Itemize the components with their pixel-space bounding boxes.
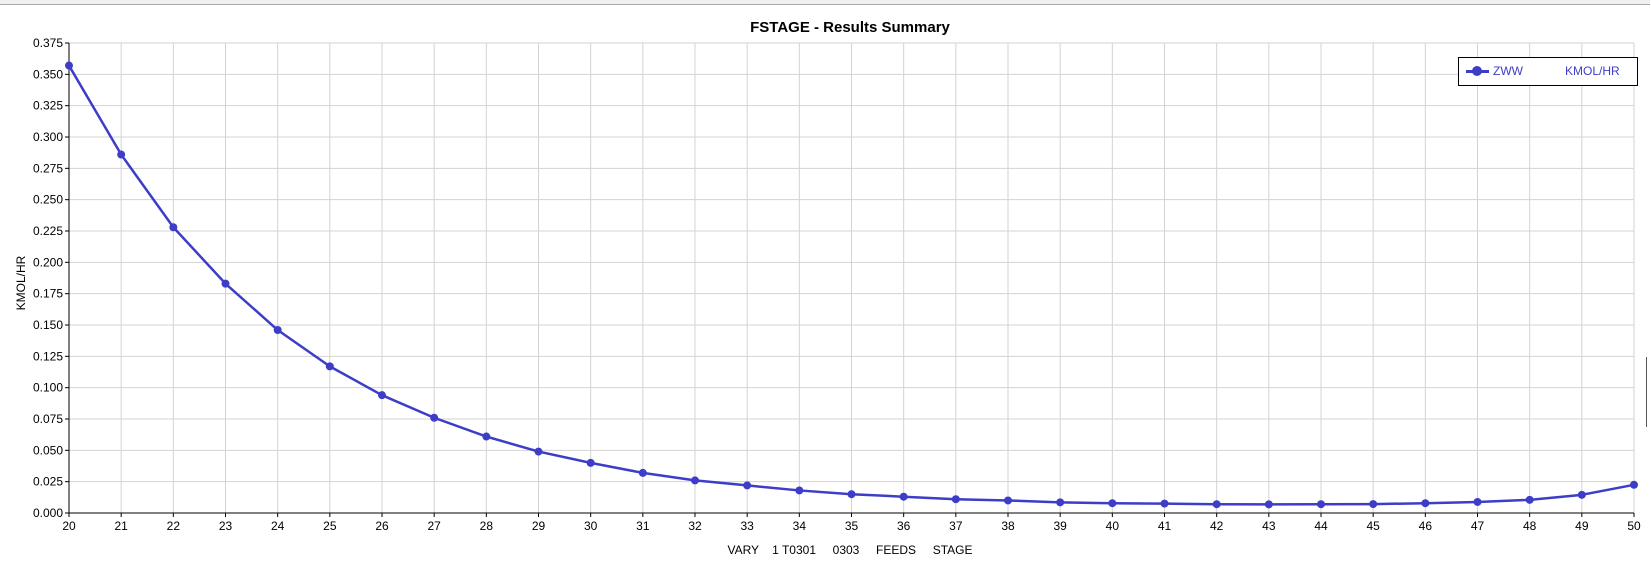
x-tick-label: 26 bbox=[375, 519, 389, 533]
data-point[interactable] bbox=[1630, 480, 1638, 489]
x-tick-label: 21 bbox=[114, 519, 128, 533]
x-tick-label: 41 bbox=[1158, 519, 1172, 533]
y-tick-label: 0.250 bbox=[33, 193, 63, 207]
x-tick-label: 29 bbox=[532, 519, 546, 533]
x-tick-label: 28 bbox=[480, 519, 494, 533]
legend-series-unit: KMOL/HR bbox=[1565, 64, 1620, 78]
x-tick-label: 46 bbox=[1419, 519, 1433, 533]
x-tick-label: 44 bbox=[1314, 519, 1328, 533]
x-tick-label: 27 bbox=[427, 519, 441, 533]
data-point[interactable] bbox=[221, 279, 230, 288]
data-point[interactable] bbox=[1056, 498, 1065, 507]
data-point[interactable] bbox=[273, 326, 282, 335]
data-point[interactable] bbox=[1264, 500, 1273, 509]
x-tick-label: 40 bbox=[1106, 519, 1120, 533]
x-tick-label: 37 bbox=[949, 519, 963, 533]
data-point[interactable] bbox=[65, 61, 73, 70]
y-tick-label: 0.050 bbox=[33, 443, 63, 457]
x-tick-label: 35 bbox=[845, 519, 859, 533]
x-axis-label: VARY 1 T0301 0303 FEEDS STAGE bbox=[727, 543, 973, 557]
y-tick-label: 0.375 bbox=[33, 36, 63, 50]
data-point[interactable] bbox=[951, 495, 960, 504]
data-point[interactable] bbox=[638, 468, 647, 477]
x-tick-label: 20 bbox=[62, 519, 76, 533]
x-tick-label: 47 bbox=[1471, 519, 1485, 533]
x-tick-label: 48 bbox=[1523, 519, 1537, 533]
x-tick-label: 36 bbox=[897, 519, 911, 533]
data-point[interactable] bbox=[378, 391, 386, 400]
x-tick-label: 38 bbox=[1001, 519, 1015, 533]
data-point[interactable] bbox=[899, 492, 908, 501]
data-point[interactable] bbox=[117, 150, 126, 159]
y-tick-label: 0.225 bbox=[33, 224, 63, 238]
x-tick-labels: 20 21 22 23 24 25 26 27 28 29 30 31 32 33 34 35 36 37 38 39… bbox=[62, 519, 1641, 533]
data-point[interactable] bbox=[325, 362, 334, 371]
x-tick-label: 49 bbox=[1575, 519, 1589, 533]
x-tick-label: 31 bbox=[636, 519, 650, 533]
data-point[interactable] bbox=[1369, 500, 1378, 509]
y-tick-label: 0.175 bbox=[33, 287, 63, 301]
axes bbox=[65, 42, 1635, 517]
legend-series-name: ZWW bbox=[1493, 64, 1523, 78]
x-tick-label: 39 bbox=[1053, 519, 1067, 533]
data-point[interactable] bbox=[1212, 500, 1221, 509]
data-point[interactable] bbox=[169, 223, 178, 232]
data-point[interactable] bbox=[1577, 490, 1586, 499]
y-tick-label: 0.100 bbox=[33, 381, 63, 395]
data-point[interactable] bbox=[847, 490, 856, 499]
x-tick-label: 45 bbox=[1366, 519, 1380, 533]
data-point[interactable] bbox=[743, 481, 752, 490]
y-tick-label: 0.025 bbox=[33, 475, 63, 489]
y-tick-label: 0.125 bbox=[33, 349, 63, 363]
data-point[interactable] bbox=[534, 447, 543, 456]
y-tick-label: 0.350 bbox=[33, 67, 63, 81]
data-point[interactable] bbox=[1160, 499, 1169, 508]
data-point[interactable] bbox=[1004, 496, 1012, 505]
x-tick-label: 24 bbox=[271, 519, 285, 533]
y-tick-label: 0.150 bbox=[33, 318, 63, 332]
x-tick-label: 43 bbox=[1262, 519, 1276, 533]
x-tick-label: 42 bbox=[1210, 519, 1224, 533]
panel-splitter-handle[interactable] bbox=[1646, 357, 1650, 427]
y-tick-label: 0.300 bbox=[33, 130, 63, 144]
x-tick-label: 23 bbox=[219, 519, 233, 533]
data-point[interactable] bbox=[691, 476, 699, 485]
data-point[interactable] bbox=[1421, 499, 1430, 508]
x-tick-label: 25 bbox=[323, 519, 337, 533]
data-point[interactable] bbox=[1317, 500, 1325, 509]
x-tick-label: 50 bbox=[1627, 519, 1641, 533]
grid-lines bbox=[68, 42, 1635, 514]
y-tick-label: 0.075 bbox=[33, 412, 63, 426]
x-tick-label: 34 bbox=[793, 519, 807, 533]
x-tick-label: 22 bbox=[167, 519, 181, 533]
x-tick-label: 32 bbox=[688, 519, 702, 533]
data-point[interactable] bbox=[795, 486, 804, 495]
data-point[interactable] bbox=[1473, 497, 1482, 506]
data-point[interactable] bbox=[1525, 495, 1534, 504]
x-tick-label: 30 bbox=[584, 519, 598, 533]
data-point[interactable] bbox=[586, 458, 595, 467]
data-point[interactable] bbox=[482, 432, 491, 441]
y-tick-label: 0.000 bbox=[33, 506, 63, 520]
y-tick-label: 0.325 bbox=[33, 99, 63, 113]
plot-area[interactable]: 0.000 0.025 0.050 0.075 0.100 0.125 0.150 0.175… bbox=[0, 0, 1650, 568]
y-tick-labels: 0.000 0.025 0.050 0.075 0.100 0.125 0.150 0.175… bbox=[33, 36, 63, 520]
legend[interactable]: ZWW KMOL/HR bbox=[1458, 57, 1638, 86]
data-point[interactable] bbox=[430, 413, 439, 422]
x-tick-label: 33 bbox=[740, 519, 754, 533]
data-point[interactable] bbox=[1108, 499, 1117, 508]
y-tick-label: 0.200 bbox=[33, 255, 63, 269]
legend-marker-icon bbox=[1472, 66, 1482, 76]
y-tick-label: 0.275 bbox=[33, 161, 63, 175]
